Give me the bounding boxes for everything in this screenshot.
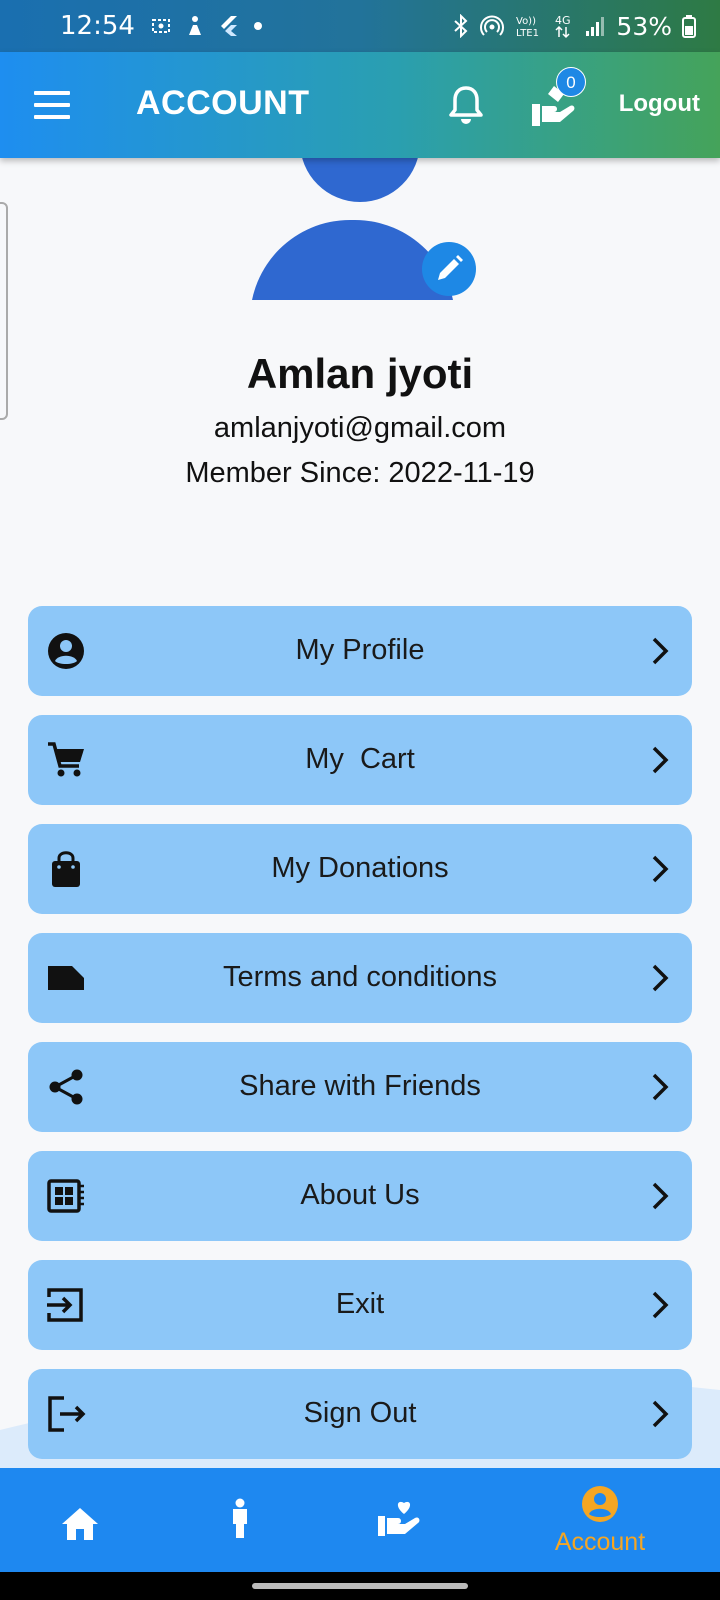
- nav-item-people[interactable]: [180, 1468, 300, 1572]
- profile-email: amlanjyoti@gmail.com: [213, 412, 507, 444]
- menu-item-label: About Us: [300, 1179, 420, 1211]
- status-right-icons: Vo)) LTE1 4G 53%: [452, 12, 696, 41]
- member-since: Member Since: 2022-11-19: [185, 457, 535, 489]
- battery-percent: 53%: [616, 11, 672, 41]
- menu-item-label: My Profile: [295, 634, 425, 666]
- bottom-navigation: Account: [0, 1468, 720, 1572]
- profile-name: Amlan jyoti: [246, 350, 474, 397]
- flutter-icon: [220, 16, 237, 36]
- menu-item-label: My Donations: [271, 852, 449, 884]
- system-navigation-bar: [0, 1572, 720, 1600]
- nav-label-account: Account: [554, 1528, 646, 1556]
- chevron-right-icon: [652, 1291, 669, 1319]
- menu-item-share[interactable]: Share with Friends: [28, 1042, 692, 1132]
- hotspot-icon: [480, 15, 505, 36]
- volte-icon: Vo))LTE1: [516, 16, 539, 39]
- menu-item-my-donations[interactable]: My Donations: [28, 824, 692, 914]
- logout-button[interactable]: Logout: [619, 90, 700, 118]
- donate-heart-icon: [378, 1501, 420, 1536]
- status-left-icons: [151, 15, 263, 37]
- menu-item-label: Share with Friends: [239, 1070, 481, 1102]
- menu-item-my-cart[interactable]: My Cart: [28, 715, 692, 805]
- menu-item-label: Exit: [335, 1288, 385, 1320]
- account-menu-list: My Profile My Cart My Donations Terms an…: [28, 606, 692, 1478]
- svg-text:4G: 4G: [555, 14, 571, 27]
- chevron-right-icon: [652, 964, 669, 992]
- edit-avatar-button[interactable]: [422, 242, 476, 296]
- svg-text:Vo)): Vo)): [516, 16, 536, 27]
- 4g-icon: 4G: [555, 14, 571, 39]
- nav-item-account[interactable]: Account: [505, 1468, 695, 1572]
- page-title: ACCOUNT: [136, 84, 310, 122]
- menu-item-exit[interactable]: Exit: [28, 1260, 692, 1350]
- nav-item-donate[interactable]: [340, 1468, 460, 1572]
- home-gesture-pill[interactable]: [252, 1583, 468, 1589]
- status-time: 12:54: [60, 11, 135, 41]
- chevron-right-icon: [652, 746, 669, 774]
- pencil-icon: [438, 255, 463, 280]
- screen-record-icon: [151, 19, 170, 33]
- bell-icon[interactable]: [446, 84, 486, 126]
- chevron-right-icon: [652, 1400, 669, 1428]
- hamburger-menu-icon[interactable]: [34, 91, 70, 119]
- menu-item-label: My Cart: [305, 743, 415, 775]
- donation-count-badge: 0: [556, 67, 586, 97]
- menu-item-sign-out[interactable]: Sign Out: [28, 1369, 692, 1459]
- dot-icon: [253, 22, 262, 30]
- chevron-right-icon: [652, 1182, 669, 1210]
- chevron-right-icon: [652, 855, 669, 883]
- menu-item-terms[interactable]: Terms and conditions: [28, 933, 692, 1023]
- person-icon: [233, 1498, 247, 1538]
- menu-item-my-profile[interactable]: My Profile: [28, 606, 692, 696]
- status-bar: 12:54 Vo)) LTE1 4G 53%: [0, 0, 720, 52]
- menu-item-about[interactable]: About Us: [28, 1151, 692, 1241]
- battery-icon: [682, 15, 696, 38]
- bluetooth-icon: [454, 14, 468, 38]
- home-icon: [62, 1508, 98, 1540]
- app-bar: ACCOUNT 0 Logout: [0, 52, 720, 158]
- menu-item-label: Terms and conditions: [222, 961, 498, 993]
- chevron-right-icon: [652, 637, 669, 665]
- nav-item-home[interactable]: [20, 1468, 140, 1572]
- svg-text:LTE1: LTE1: [516, 28, 539, 39]
- menu-item-label: Sign Out: [303, 1397, 417, 1429]
- account-circle-icon: [582, 1486, 618, 1522]
- user-accessibility-icon: [188, 16, 201, 35]
- chevron-right-icon: [652, 1073, 669, 1101]
- signal-icon: [586, 17, 605, 36]
